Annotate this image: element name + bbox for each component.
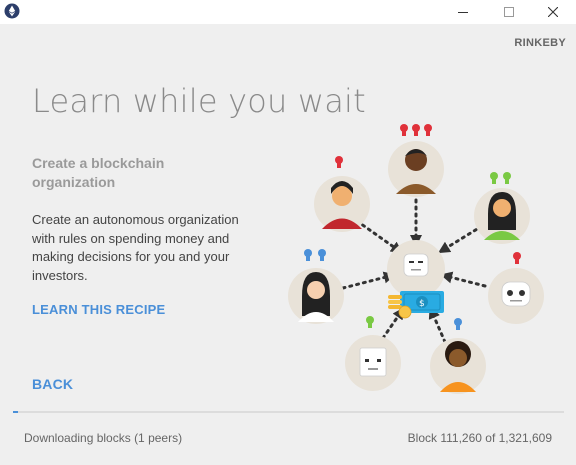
robot-icon <box>488 252 544 324</box>
person-avatar-icon <box>474 172 530 244</box>
lightbulb-icon <box>513 252 521 264</box>
organization-illustration: $ <box>288 124 544 394</box>
minimize-button[interactable] <box>440 0 486 24</box>
lightbulb-icon <box>304 249 326 261</box>
person-avatar-icon <box>314 156 370 232</box>
robot-icon <box>345 316 401 391</box>
recipe-title: Create a blockchain organization <box>32 155 165 190</box>
lightbulb-icon <box>400 124 432 136</box>
close-button[interactable] <box>530 0 576 24</box>
sync-progress-bar <box>13 411 564 413</box>
lightbulb-icon <box>454 318 462 330</box>
maximize-icon <box>504 7 514 17</box>
ethereum-icon <box>4 3 20 19</box>
minimize-icon <box>458 12 468 13</box>
lightbulb-icon <box>490 172 511 184</box>
person-avatar-icon <box>388 124 444 197</box>
robot-icon <box>387 240 445 298</box>
sync-progress-fill <box>13 411 18 413</box>
lightbulb-icon <box>366 316 374 328</box>
person-avatar-icon <box>288 249 344 324</box>
download-status: Downloading blocks (1 peers) <box>24 431 183 445</box>
recipe-description: Create an autonomous organization with r… <box>32 212 239 283</box>
back-button[interactable]: BACK <box>32 376 73 392</box>
page-title: Learn while you wait <box>32 82 366 120</box>
svg-text:$: $ <box>419 299 425 309</box>
title-bar <box>0 0 576 24</box>
lightbulb-icon <box>335 156 343 168</box>
close-icon <box>548 7 558 17</box>
network-label: RINKEBY <box>514 37 566 49</box>
block-count: Block 111,260 of 1,321,609 <box>407 431 552 445</box>
learn-recipe-link[interactable]: LEARN THIS RECIPE <box>32 302 165 317</box>
maximize-button[interactable] <box>486 0 532 24</box>
